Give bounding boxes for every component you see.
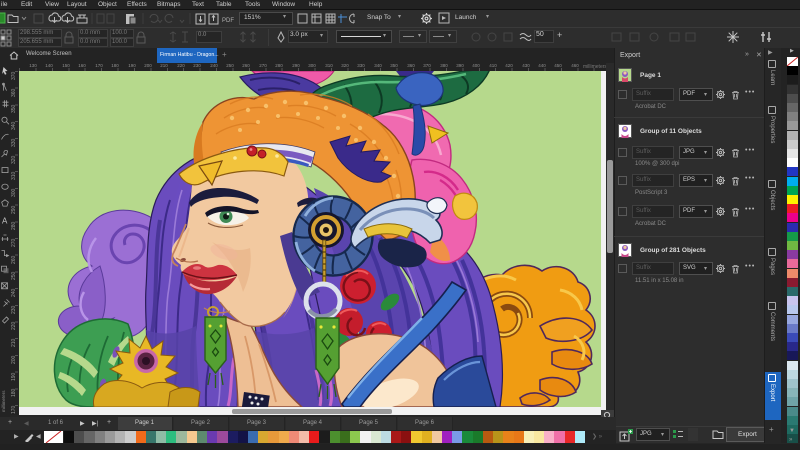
svg-text:A: A [2,216,8,225]
svg-text:PDF: PDF [222,18,234,24]
